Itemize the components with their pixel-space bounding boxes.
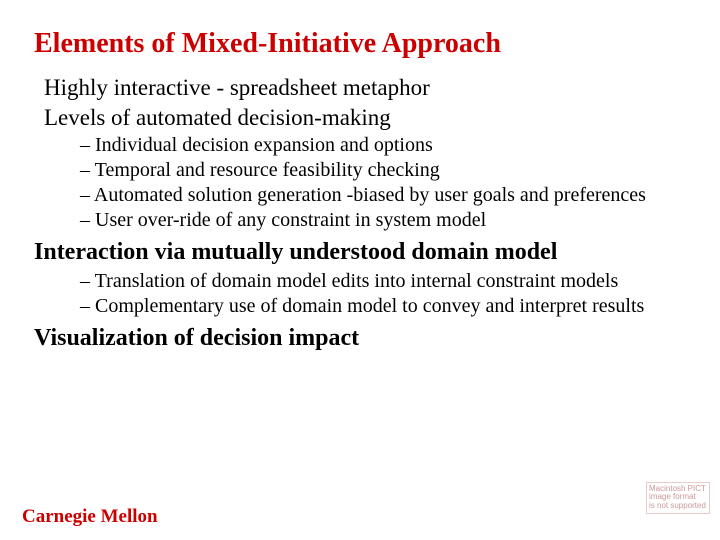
missing-image-stamp: Macintosh PICT image format is not suppo… bbox=[646, 482, 710, 514]
sub-item: Individual decision expansion and option… bbox=[80, 133, 686, 158]
sub-item: Translation of domain model edits into i… bbox=[80, 269, 686, 294]
sub-item: Automated solution generation -biased by… bbox=[80, 183, 686, 208]
bullet-interactive: Highly interactive - spreadsheet metapho… bbox=[44, 74, 686, 102]
sub-item: Temporal and resource feasibility checki… bbox=[80, 158, 686, 183]
sublist-interaction: Translation of domain model edits into i… bbox=[80, 269, 686, 319]
bullet-interaction: Interaction via mutually understood doma… bbox=[34, 237, 686, 267]
sub-item: Complementary use of domain model to con… bbox=[80, 294, 686, 319]
slide-title: Elements of Mixed-Initiative Approach bbox=[34, 28, 686, 60]
sub-item: User over-ride of any constraint in syst… bbox=[80, 208, 686, 233]
bullet-visualization: Visualization of decision impact bbox=[34, 323, 686, 353]
stamp-line: is not supported bbox=[649, 502, 707, 511]
sublist-levels: Individual decision expansion and option… bbox=[80, 133, 686, 233]
footer-branding: Carnegie Mellon bbox=[22, 506, 158, 528]
bullet-levels: Levels of automated decision-making bbox=[44, 104, 686, 132]
